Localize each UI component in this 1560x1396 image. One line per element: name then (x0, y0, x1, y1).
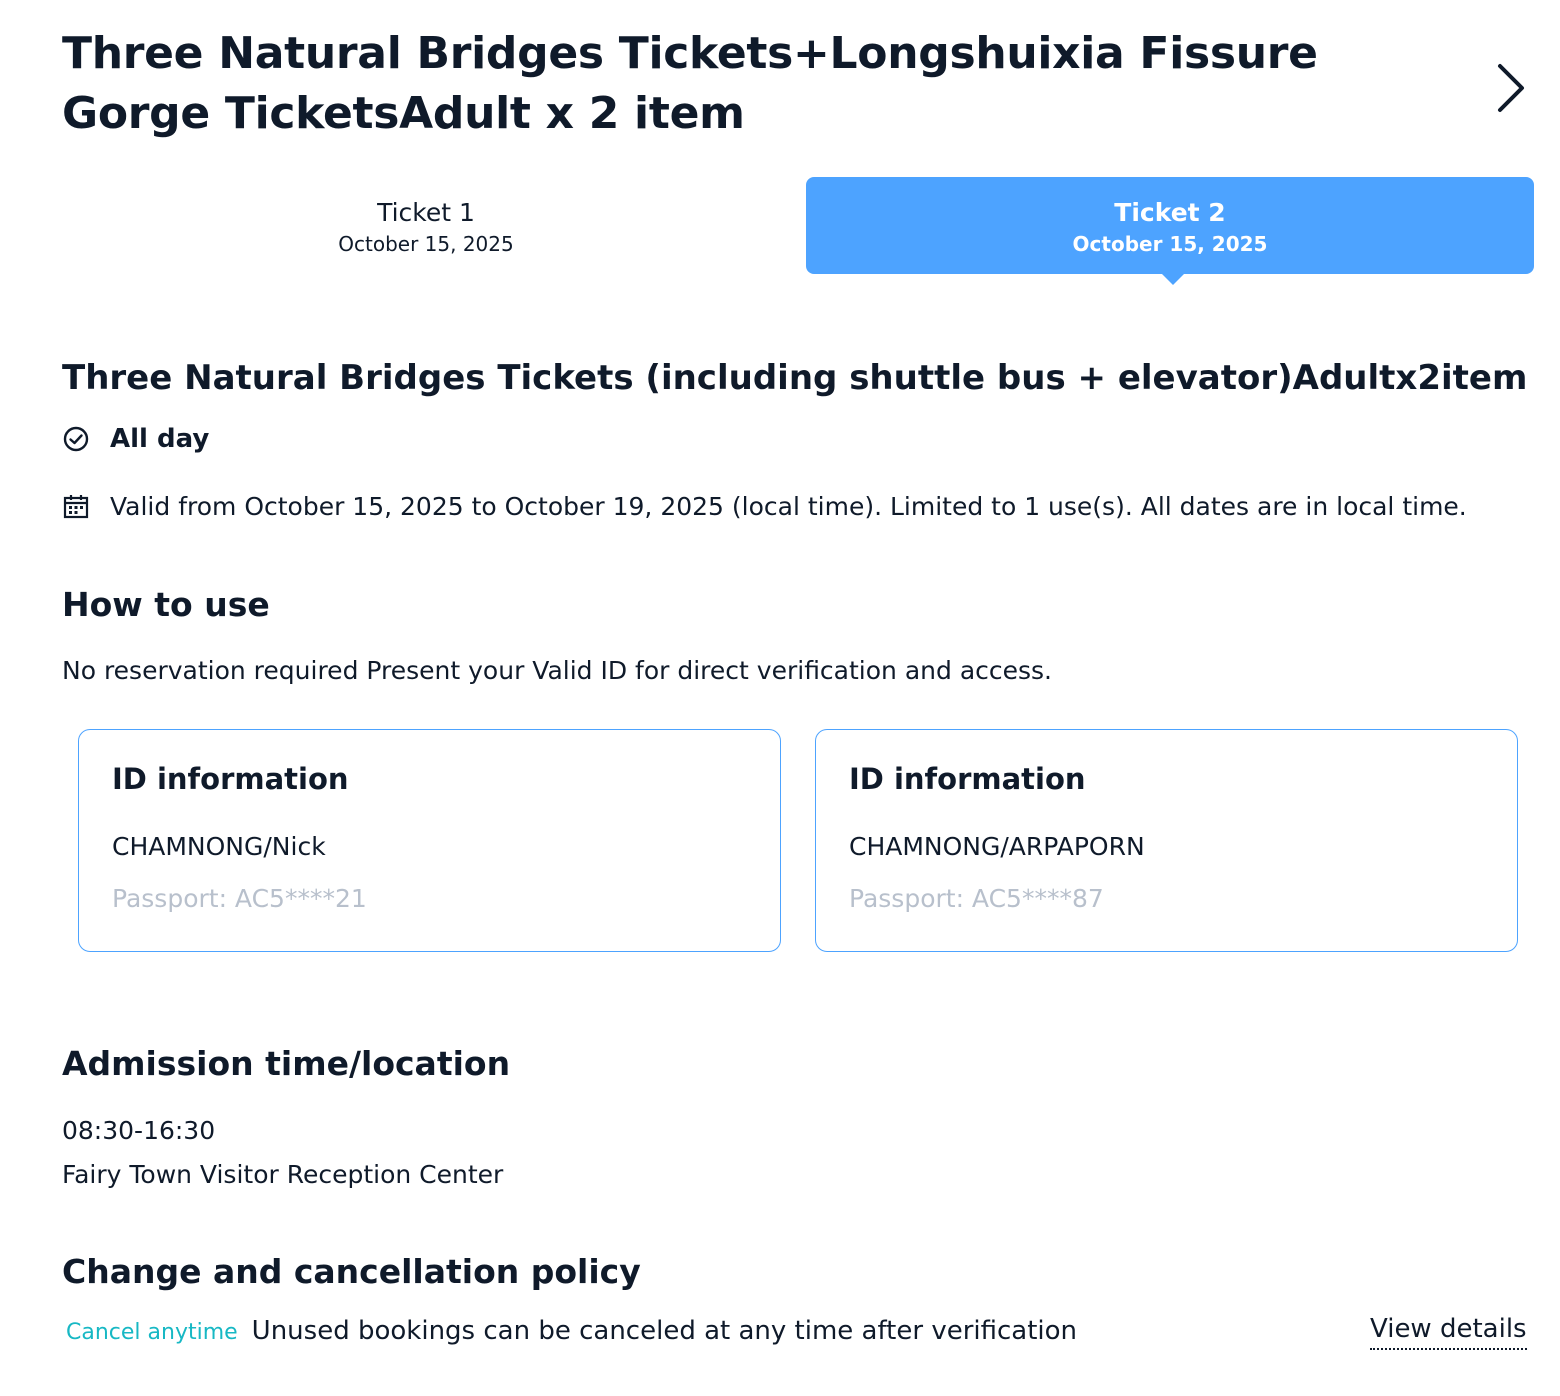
check-circle-icon (63, 426, 89, 452)
how-to-use-title: How to use (62, 585, 270, 624)
how-to-use-text: No reservation required Present your Val… (62, 656, 1053, 685)
policy-row: Cancel anytime Unused bookings can be ca… (66, 1316, 1077, 1346)
validity-text: Valid from October 15, 2025 to October 1… (110, 492, 1467, 521)
id-card-passport: Passport: AC5****87 (849, 884, 1104, 913)
id-card: ID information CHAMNONG/ARPAPORN Passpor… (815, 729, 1518, 952)
tab-ticket-2[interactable]: Ticket 2 October 15, 2025 (806, 177, 1534, 285)
tab-date: October 15, 2025 (1072, 232, 1268, 256)
id-card-title: ID information (849, 762, 1086, 796)
id-card-name: CHAMNONG/Nick (112, 832, 326, 861)
view-details-link[interactable]: View details (1370, 1314, 1527, 1350)
ticket-name: Three Natural Bridges Tickets (including… (62, 358, 1528, 398)
cancel-anytime-tag: Cancel anytime (66, 1320, 238, 1345)
admission-time: 08:30-16:30 (62, 1116, 216, 1145)
page-title: Three Natural Bridges Tickets+Longshuixi… (62, 28, 1318, 139)
policy-title: Change and cancellation policy (62, 1252, 641, 1291)
admission-location: Fairy Town Visitor Reception Center (62, 1160, 504, 1189)
ticket-detail-page: Three Natural Bridges Tickets+Longshuixi… (0, 0, 1560, 1396)
all-day-label: All day (110, 424, 210, 454)
policy-text: Unused bookings can be canceled at any t… (251, 1316, 1078, 1346)
id-card-title: ID information (112, 762, 349, 796)
id-card-passport: Passport: AC5****21 (112, 884, 367, 913)
tab-label: Ticket 1 (377, 198, 475, 227)
admission-title: Admission time/location (62, 1044, 511, 1083)
calendar-icon (63, 494, 89, 518)
id-card-name: CHAMNONG/ARPAPORN (849, 832, 1145, 861)
validity-row: Valid from October 15, 2025 to October 1… (62, 492, 1467, 521)
chevron-right-icon[interactable] (1488, 60, 1532, 116)
tab-date: October 15, 2025 (338, 232, 514, 256)
all-day-row: All day (62, 424, 209, 454)
id-card: ID information CHAMNONG/Nick Passport: A… (78, 729, 781, 952)
tab-label: Ticket 2 (1114, 198, 1226, 227)
tab-ticket-1[interactable]: Ticket 1 October 15, 2025 (62, 177, 790, 274)
